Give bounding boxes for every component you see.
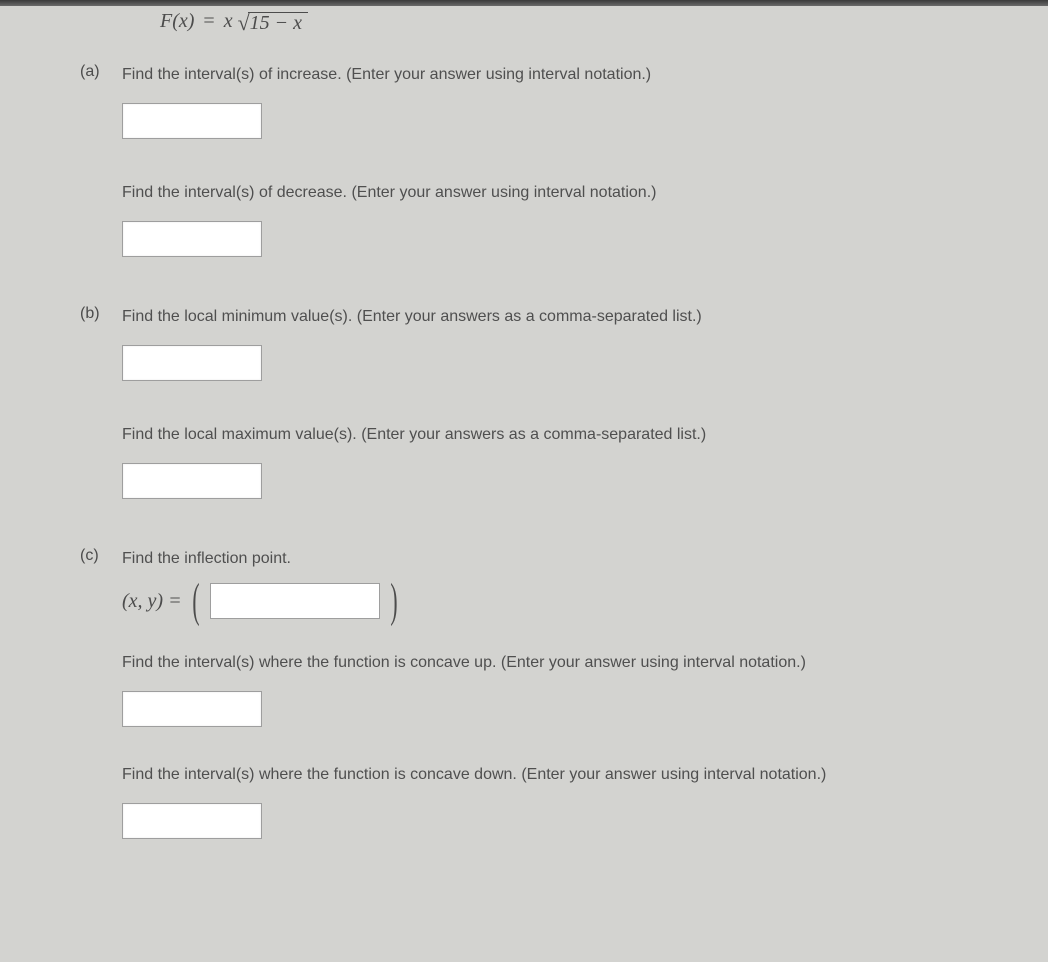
lhs: F(x)	[160, 10, 194, 32]
part-c: (c) Find the inflection point. (x, y) = …	[80, 547, 1048, 839]
open-paren-icon: (	[192, 581, 199, 621]
local-max-input[interactable]	[122, 463, 262, 499]
local-min-input[interactable]	[122, 345, 262, 381]
function-definition: F(x) = x √ 15 − x	[160, 10, 1048, 33]
sqrt-expression: √ 15 − x	[238, 12, 308, 33]
inflection-point-input[interactable]	[210, 583, 380, 619]
part-c-label: (c)	[80, 547, 110, 565]
part-a-label: (a)	[80, 63, 110, 81]
concave-up-input[interactable]	[122, 691, 262, 727]
part-a: (a) Find the interval(s) of increase. (E…	[80, 63, 1048, 257]
xy-label: (x, y) =	[122, 590, 182, 613]
equals-sign: =	[203, 10, 214, 32]
part-c-prompt-concave-up: Find the interval(s) where the function …	[122, 651, 1048, 675]
question-page: F(x) = x √ 15 − x (a) Find the interval(…	[40, 6, 1048, 839]
part-a-prompt-increase: Find the interval(s) of increase. (Enter…	[122, 63, 1048, 87]
part-b-label: (b)	[80, 305, 110, 323]
close-paren-icon: )	[390, 581, 397, 621]
part-b-prompt-max: Find the local maximum value(s). (Enter …	[122, 423, 1048, 447]
part-b-prompt-min: Find the local minimum value(s). (Enter …	[122, 305, 1048, 329]
concave-down-input[interactable]	[122, 803, 262, 839]
radical-symbol: √	[238, 13, 250, 33]
part-c-prompt-concave-down: Find the interval(s) where the function …	[122, 763, 1048, 787]
interval-decrease-input[interactable]	[122, 221, 262, 257]
interval-increase-input[interactable]	[122, 103, 262, 139]
radicand: 15 − x	[248, 12, 308, 33]
part-a-prompt-decrease: Find the interval(s) of decrease. (Enter…	[122, 181, 1048, 205]
part-b: (b) Find the local minimum value(s). (En…	[80, 305, 1048, 499]
inflection-point-row: (x, y) = ( )	[122, 581, 1048, 621]
factor-x: x	[224, 10, 233, 32]
part-c-prompt-inflection: Find the inflection point.	[122, 547, 1048, 571]
